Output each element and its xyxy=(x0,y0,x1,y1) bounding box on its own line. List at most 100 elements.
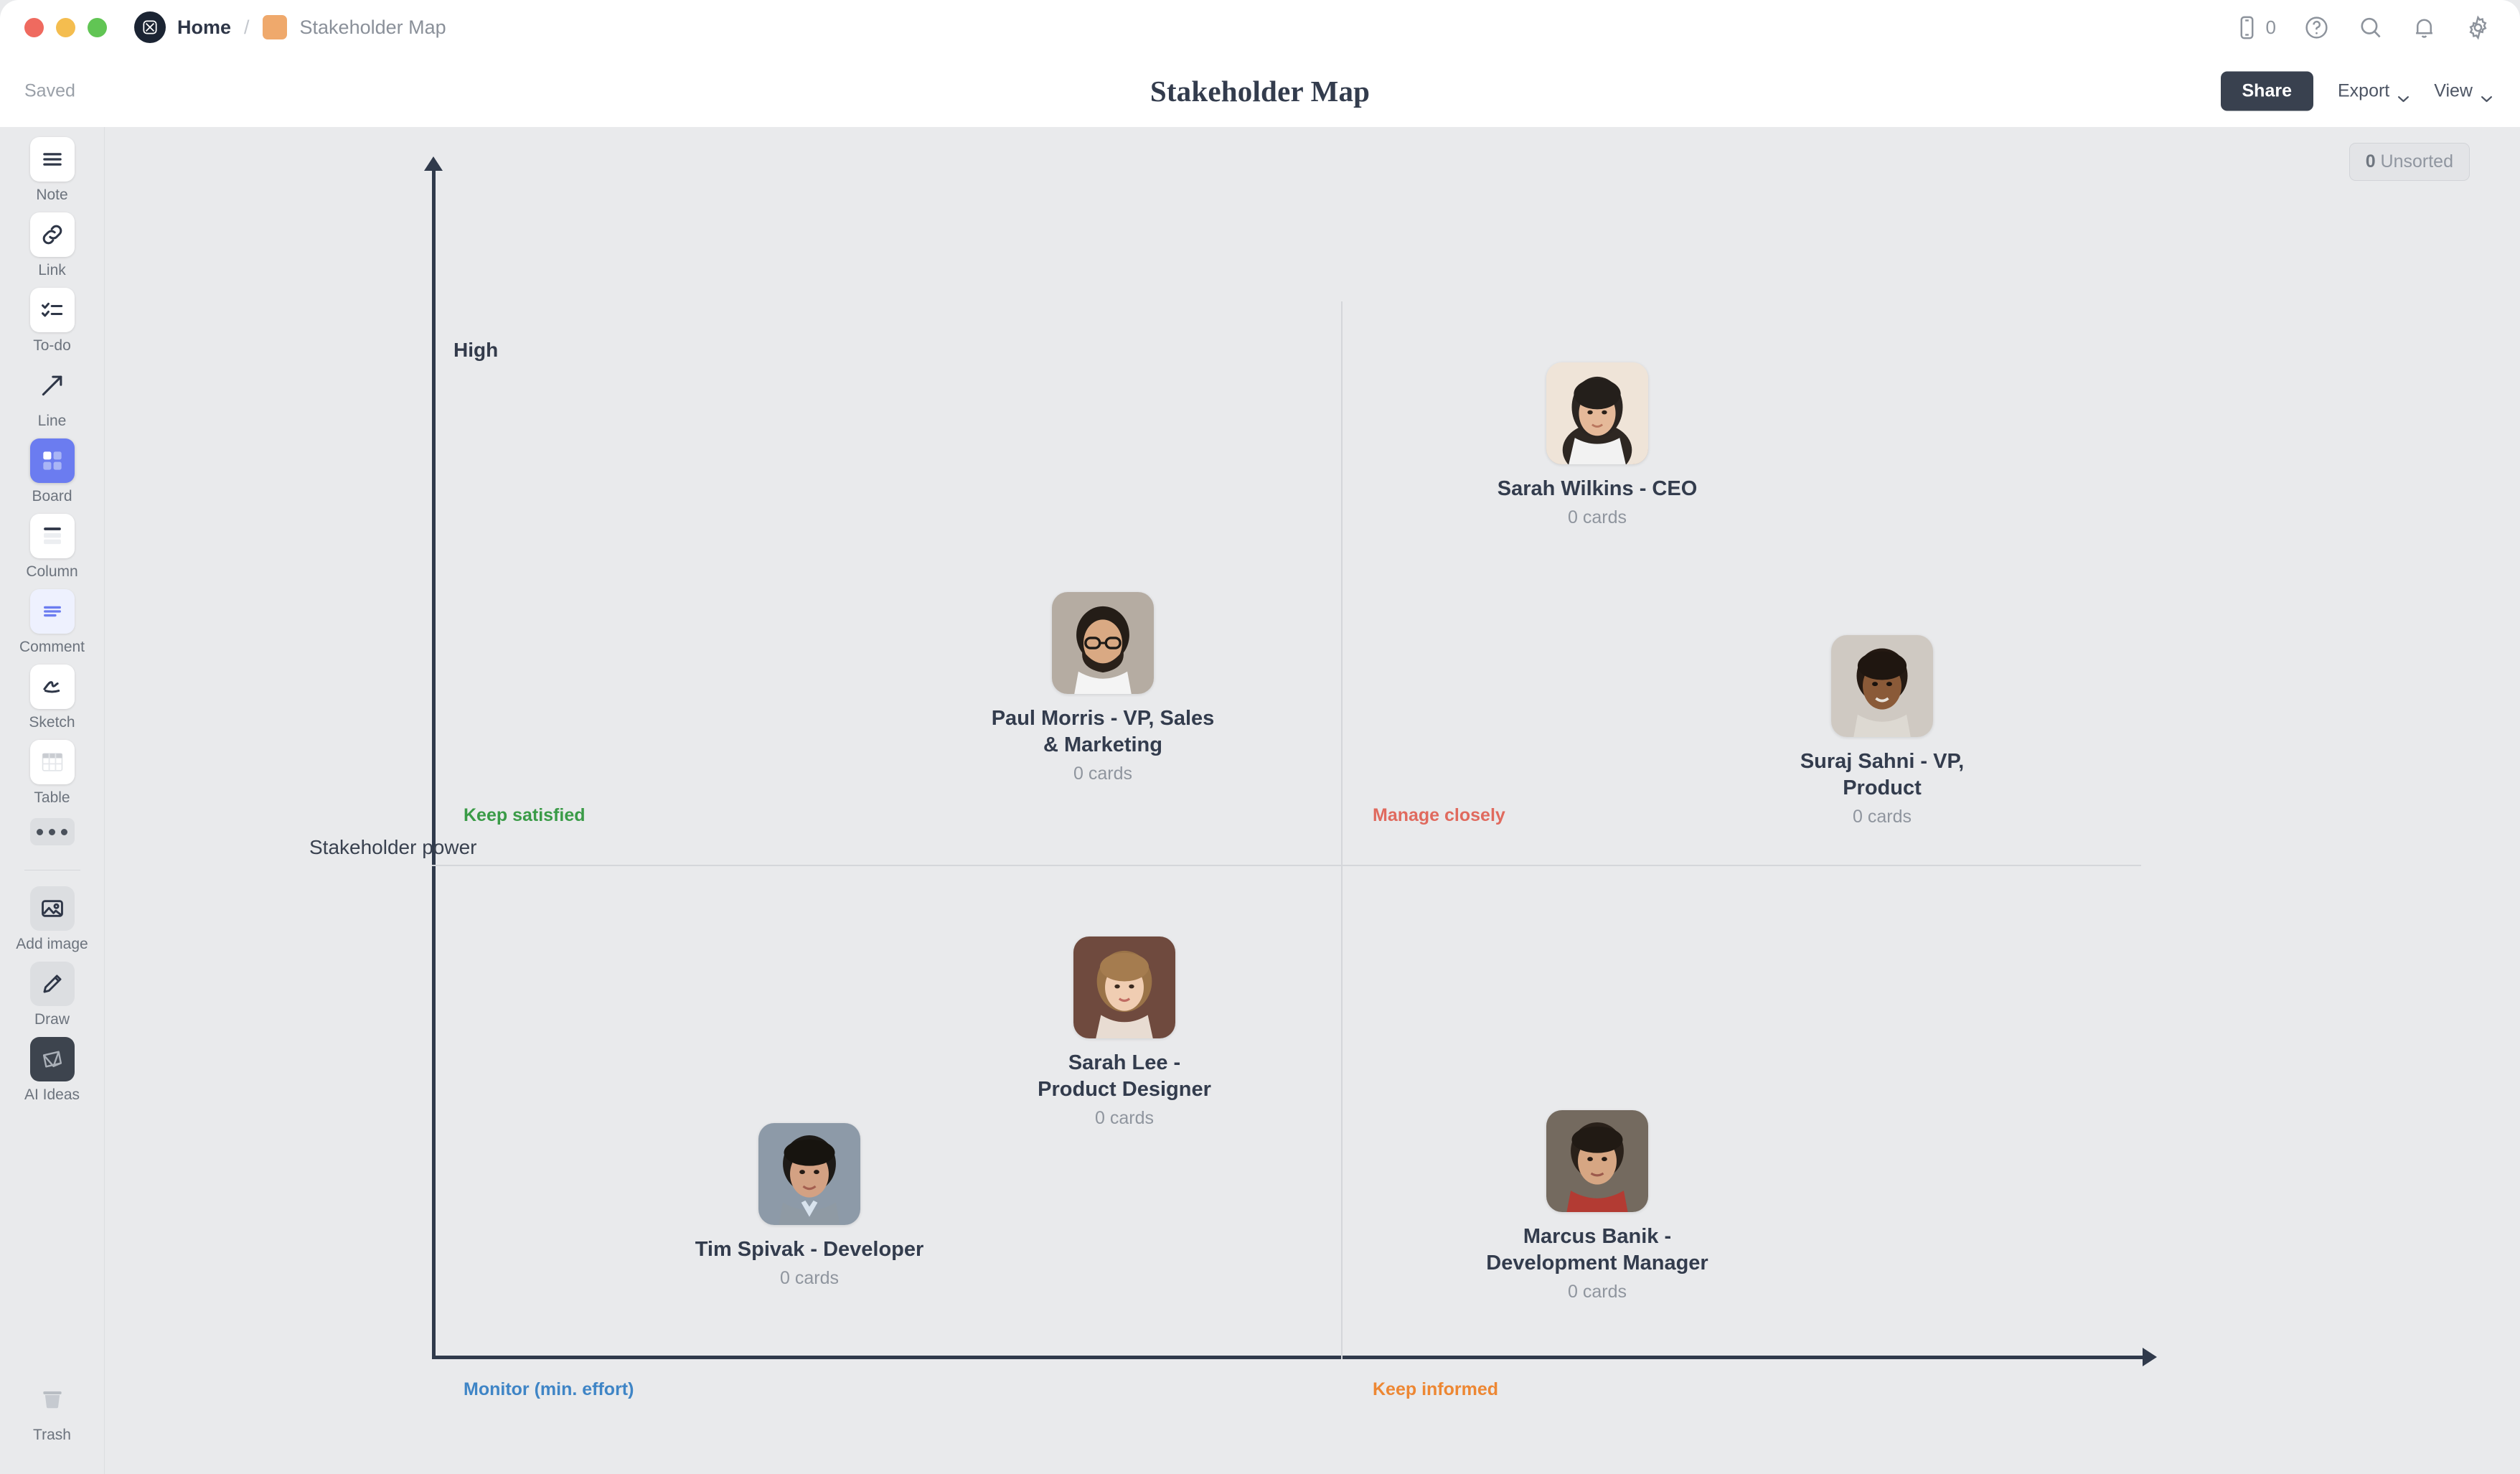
y-axis-title: Stakeholder power xyxy=(309,836,477,858)
stakeholder-card-count: 0 cards xyxy=(1095,1108,1154,1129)
stakeholder-card-count: 0 cards xyxy=(1568,1282,1627,1302)
sidebar-label-link: Link xyxy=(38,262,66,278)
tool-sidebar: Note Link To-do Line Board Column Commen… xyxy=(0,127,105,1474)
sidebar-label-column: Column xyxy=(26,563,78,580)
more-tools-button[interactable] xyxy=(29,818,75,845)
sidebar-label-ai-ideas: AI Ideas xyxy=(24,1086,80,1103)
breadcrumb-separator: / xyxy=(244,16,250,38)
avatar xyxy=(1831,635,1933,737)
comment-bubble-icon xyxy=(29,589,75,634)
avatar xyxy=(1052,592,1154,694)
view-label: View xyxy=(2434,80,2473,100)
document-actions: Share Export View xyxy=(2220,71,2493,111)
unsorted-chip[interactable]: 0 Unsorted xyxy=(2349,143,2470,181)
sidebar-item-ai-ideas[interactable]: AI Ideas xyxy=(0,1037,104,1104)
stakeholder-card-marcus-banik[interactable]: Marcus Banik - Development Manager 0 car… xyxy=(1482,1110,1712,1302)
dot xyxy=(49,828,55,835)
export-menu-button[interactable]: Export xyxy=(2337,80,2409,102)
mobile-count: 0 xyxy=(2265,16,2276,38)
stakeholder-name: Tim Spivak - Developer xyxy=(695,1238,924,1261)
sidebar-label-sketch: Sketch xyxy=(29,714,75,731)
title-bar: Home / Stakeholder Map 0 xyxy=(0,0,2520,55)
dot xyxy=(61,828,67,835)
stakeholder-card-sarah-wilkins[interactable]: Sarah Wilkins - CEO 0 cards xyxy=(1482,362,1712,528)
quadrant-label-monitor: Monitor (min. effort) xyxy=(464,1379,634,1399)
sketch-scribble-icon xyxy=(29,665,75,709)
sidebar-item-trash[interactable]: Trash xyxy=(0,1377,104,1444)
sidebar-item-column[interactable]: Column xyxy=(0,514,104,581)
unsorted-count: 0 xyxy=(2365,151,2376,172)
dot xyxy=(37,828,43,835)
sidebar-item-link[interactable]: Link xyxy=(0,212,104,279)
stakeholder-card-tim-spivak[interactable]: Tim Spivak - Developer 0 cards xyxy=(695,1123,924,1289)
document-toolbar: Saved Stakeholder Map Share Export View xyxy=(0,55,2520,127)
avatar xyxy=(1546,362,1648,464)
board-color-swatch xyxy=(262,15,287,39)
stakeholder-name: Sarah Lee - Product Designer xyxy=(1038,1051,1211,1102)
trash-bin-icon xyxy=(30,1377,75,1422)
table-grid-icon xyxy=(29,740,75,784)
stakeholder-name: Sarah Wilkins - CEO xyxy=(1497,477,1698,500)
column-icon xyxy=(29,514,75,558)
sidebar-item-board[interactable]: Board xyxy=(0,438,104,505)
sidebar-label-note: Note xyxy=(36,187,68,203)
search-icon[interactable] xyxy=(2357,14,2384,41)
mobile-devices-button[interactable]: 0 xyxy=(2234,14,2276,41)
sidebar-item-sketch[interactable]: Sketch xyxy=(0,665,104,731)
y-axis xyxy=(424,156,443,1358)
quadrant-divider-vertical xyxy=(1341,301,1343,1359)
board-canvas[interactable]: 0 Unsorted High Stakeholder power Low St… xyxy=(105,127,2520,1474)
pencil-icon xyxy=(29,962,75,1006)
sidebar-item-draw[interactable]: Draw xyxy=(0,962,104,1028)
sidebar-item-note[interactable]: Note xyxy=(0,137,104,204)
sidebar-label-trash: Trash xyxy=(33,1427,71,1443)
notifications-bell-icon[interactable] xyxy=(2411,14,2437,41)
quadrant-label-manage-closely: Manage closely xyxy=(1373,805,1505,825)
stakeholder-card-count: 0 cards xyxy=(780,1268,839,1289)
sidebar-label-todo: To-do xyxy=(33,337,71,354)
quadrant-divider-horizontal xyxy=(432,865,2141,866)
line-arrow-icon xyxy=(30,363,75,408)
stakeholder-card-count: 0 cards xyxy=(1073,764,1132,784)
image-icon xyxy=(29,886,75,931)
y-axis-high-label: High xyxy=(453,339,499,361)
export-label: Export xyxy=(2337,80,2390,100)
quadrant-label-keep-satisfied: Keep satisfied xyxy=(464,805,586,825)
share-button[interactable]: Share xyxy=(2220,71,2313,111)
todo-checklist-icon xyxy=(29,288,75,332)
help-icon[interactable] xyxy=(2303,14,2330,41)
maximize-window-button[interactable] xyxy=(88,17,107,37)
sidebar-item-todo[interactable]: To-do xyxy=(0,288,104,355)
stakeholder-card-suraj-sahni[interactable]: Suraj Sahni - VP, Product 0 cards xyxy=(1789,635,1975,827)
avatar xyxy=(1073,936,1175,1038)
stakeholder-card-count: 0 cards xyxy=(1568,507,1627,528)
breadcrumb-current-doc[interactable]: Stakeholder Map xyxy=(300,17,446,39)
sidebar-item-add-image[interactable]: Add image xyxy=(0,886,104,953)
sidebar-label-board: Board xyxy=(32,488,72,504)
avatar xyxy=(758,1123,860,1225)
stakeholder-name: Paul Morris - VP, Sales & Marketing xyxy=(991,707,1215,757)
minimize-window-button[interactable] xyxy=(56,17,75,37)
x-axis xyxy=(432,1348,2157,1366)
sidebar-item-comment[interactable]: Comment xyxy=(0,589,104,656)
app-window: Home / Stakeholder Map 0 Saved Stakehold… xyxy=(0,0,2520,1474)
sidebar-label-table: Table xyxy=(34,789,70,806)
sidebar-label-draw: Draw xyxy=(34,1011,70,1028)
stakeholder-card-paul-morris[interactable]: Paul Morris - VP, Sales & Marketing 0 ca… xyxy=(988,592,1218,784)
stakeholder-card-count: 0 cards xyxy=(1853,807,1912,827)
sidebar-item-table[interactable]: Table xyxy=(0,740,104,807)
page-title: Stakeholder Map xyxy=(1149,74,1371,108)
breadcrumb-home[interactable]: Home xyxy=(177,17,231,39)
topbar-actions: 0 xyxy=(2234,14,2491,41)
close-window-button[interactable] xyxy=(24,17,44,37)
sidebar-label-comment: Comment xyxy=(19,639,85,655)
window-traffic-lights xyxy=(24,17,107,37)
sidebar-item-line[interactable]: Line xyxy=(0,363,104,430)
view-menu-button[interactable]: View xyxy=(2434,80,2493,102)
app-logo-icon[interactable] xyxy=(134,11,166,43)
mobile-icon xyxy=(2234,14,2260,41)
stakeholder-name: Suraj Sahni - VP, Product xyxy=(1800,750,1965,800)
chevron-down-icon xyxy=(2397,87,2409,102)
settings-gear-icon[interactable] xyxy=(2465,14,2491,41)
stakeholder-card-sarah-lee[interactable]: Sarah Lee - Product Designer 0 cards xyxy=(1031,936,1218,1129)
